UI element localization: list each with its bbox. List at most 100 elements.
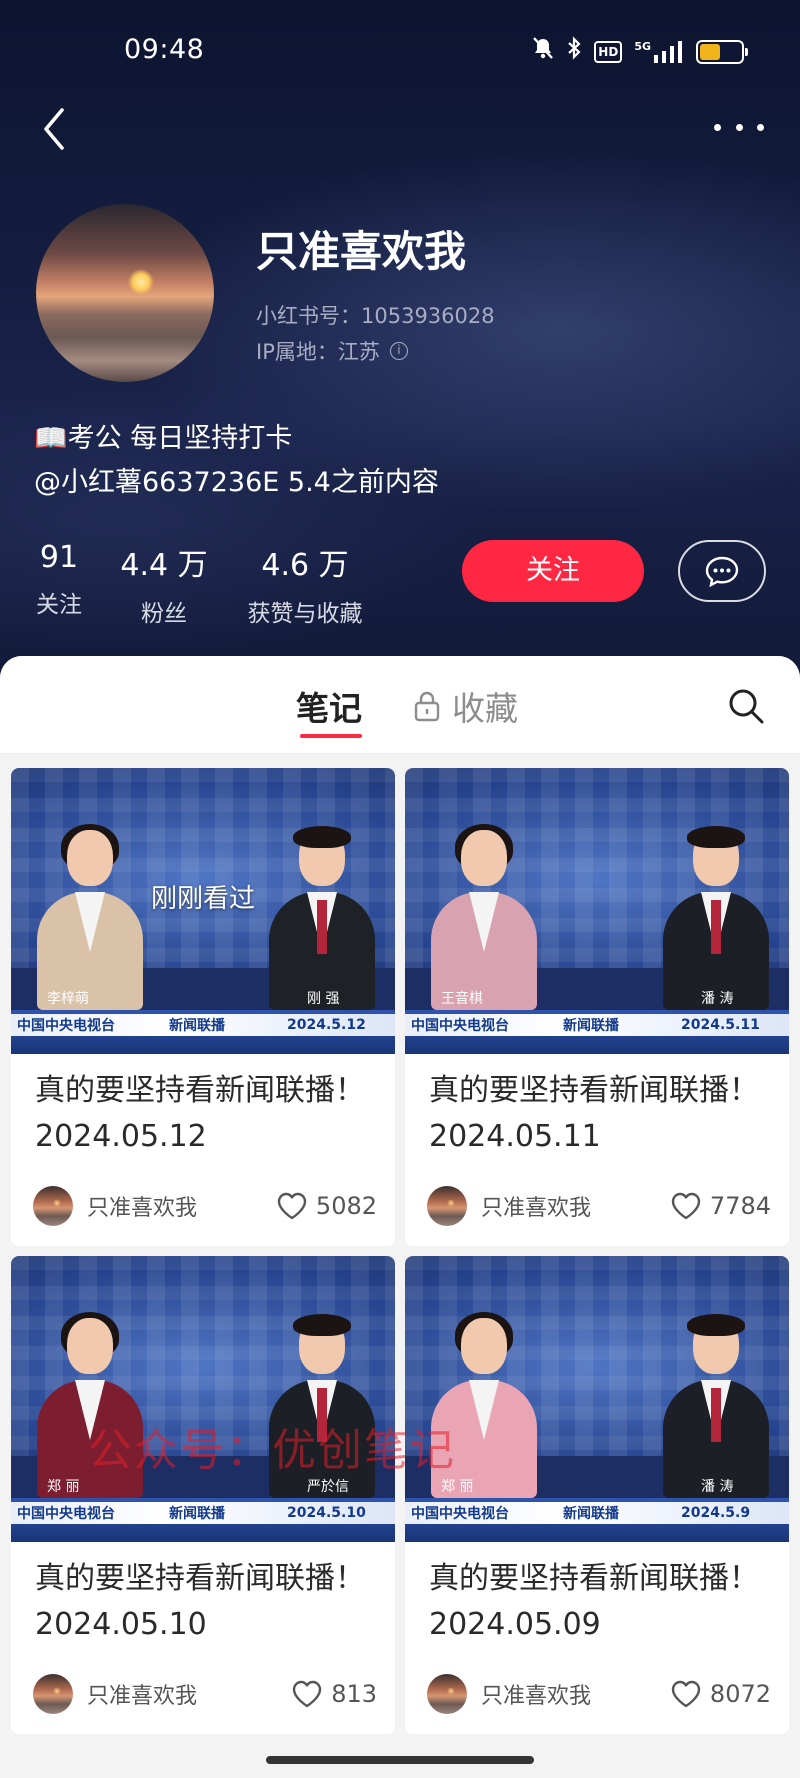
news-anchor-figure	[29, 824, 149, 1010]
info-icon[interactable]: i	[389, 342, 408, 360]
stat-fans[interactable]: 4.4 万 粉丝	[118, 540, 210, 628]
program-name: 新闻联播	[563, 1018, 619, 1034]
author-avatar[interactable]	[427, 1186, 467, 1226]
status-bar: 09:48 HD 5G	[0, 28, 800, 72]
search-icon	[729, 689, 764, 724]
note-title[interactable]: 真的要坚持看新闻联播！2024.05.09	[429, 1556, 769, 1648]
note-card[interactable]: 王音棋 潘 涛 中国中央电视台 新闻联播 2024.5.11 真的要坚持看新闻联…	[405, 768, 789, 1246]
stat-value: 91	[39, 540, 79, 575]
network-label: 5G	[634, 39, 651, 53]
news-ticker: 郑 丽 严於信 中国中央电视台 新闻联播 2024.5.10	[11, 1479, 395, 1542]
tab-notes[interactable]: 笔记	[296, 682, 362, 730]
note-footer: 只准喜欢我 813	[33, 1674, 377, 1714]
news-ticker: 郑 丽 潘 涛 中国中央电视台 新闻联播 2024.5.9	[405, 1479, 789, 1542]
chat-bubble-icon	[705, 556, 739, 587]
bio-line-1: 📖考公 每日坚持打卡	[34, 423, 293, 454]
back-button[interactable]	[36, 104, 72, 154]
profile-avatar[interactable]	[36, 204, 214, 382]
note-thumbnail[interactable]: 李梓萌 刚 强 中国中央电视台 新闻联播 2024.5.12 刚刚看过	[11, 768, 395, 1054]
like-button[interactable]: 7784	[670, 1191, 771, 1221]
note-footer: 只准喜欢我 8072	[427, 1674, 771, 1714]
author-name[interactable]: 只准喜欢我	[481, 1190, 670, 1222]
like-count: 7784	[709, 1192, 771, 1220]
tab-favorites-label: 收藏	[452, 689, 518, 728]
note-title[interactable]: 真的要坚持看新闻联播！2024.05.12	[35, 1068, 375, 1160]
note-thumbnail[interactable]: 王音棋 潘 涛 中国中央电视台 新闻联播 2024.5.11	[405, 768, 789, 1054]
like-button[interactable]: 5082	[276, 1191, 377, 1221]
anchor-left-name: 郑 丽	[441, 1479, 474, 1495]
stat-label: 粉丝	[141, 601, 187, 627]
author-avatar[interactable]	[33, 1674, 73, 1714]
like-count: 8072	[709, 1680, 771, 1708]
note-title[interactable]: 真的要坚持看新闻联播！2024.05.10	[35, 1556, 375, 1648]
status-icons: HD 5G	[532, 36, 748, 67]
anchor-right-name: 潘 涛	[701, 991, 734, 1007]
note-thumbnail[interactable]: 郑 丽 潘 涛 中国中央电视台 新闻联播 2024.5.9	[405, 1256, 789, 1542]
author-name[interactable]: 只准喜欢我	[481, 1678, 670, 1710]
battery-icon	[696, 39, 748, 64]
author-avatar[interactable]	[33, 1186, 73, 1226]
broadcast-date: 2024.5.10	[287, 1505, 366, 1521]
stat-value: 4.6 万	[261, 548, 349, 583]
search-button[interactable]	[726, 686, 766, 726]
author-name[interactable]: 只准喜欢我	[87, 1190, 276, 1222]
mute-bell-icon	[532, 36, 554, 67]
stat-label: 获赞与收藏	[247, 601, 363, 627]
note-card[interactable]: 李梓萌 刚 强 中国中央电视台 新闻联播 2024.5.12 刚刚看过 真的要坚…	[11, 768, 395, 1246]
recently-viewed-label: 刚刚看过	[150, 884, 255, 914]
channel-name: 中国中央电视台	[17, 1506, 115, 1522]
note-card[interactable]: 郑 丽 严於信 中国中央电视台 新闻联播 2024.5.10 真的要坚持看新闻联…	[11, 1256, 395, 1734]
more-options-button[interactable]	[714, 112, 764, 142]
stat-following[interactable]: 91 关注	[34, 540, 84, 619]
profile-header: 09:48 HD 5G 只准喜欢我 小红书号：1053936028 IP属地：江…	[0, 0, 800, 700]
profile-ip: IP属地：江苏 i	[256, 336, 408, 366]
ip-location: IP属地：江苏	[256, 340, 380, 364]
heart-icon	[292, 1680, 322, 1708]
lock-icon	[414, 691, 440, 722]
news-ticker: 王音棋 潘 涛 中国中央电视台 新闻联播 2024.5.11	[405, 991, 789, 1054]
battery-level	[700, 43, 720, 60]
stat-label: 关注	[36, 592, 82, 618]
bluetooth-icon	[566, 36, 582, 67]
note-thumbnail[interactable]: 郑 丽 严於信 中国中央电视台 新闻联播 2024.5.10	[11, 1256, 395, 1542]
home-indicator[interactable]	[266, 1756, 534, 1764]
like-button[interactable]: 8072	[670, 1679, 771, 1709]
chevron-left-icon	[44, 108, 64, 150]
anchor-left-name: 李梓萌	[47, 991, 89, 1007]
tab-favorites[interactable]: 收藏	[414, 682, 518, 730]
author-avatar[interactable]	[427, 1674, 467, 1714]
follow-button[interactable]: 关注	[462, 540, 644, 602]
like-count: 813	[331, 1680, 377, 1708]
heart-icon	[671, 1680, 701, 1708]
watermark-text: 公众号：优创笔记	[88, 1425, 456, 1476]
news-anchor-figure	[655, 1314, 775, 1498]
like-button[interactable]: 813	[291, 1679, 377, 1709]
message-button[interactable]	[678, 540, 766, 602]
anchor-left-name: 王音棋	[441, 991, 483, 1007]
stat-likes-favorites[interactable]: 4.6 万 获赞与收藏	[240, 540, 370, 628]
broadcast-date: 2024.5.12	[287, 1017, 366, 1033]
active-tab-indicator	[300, 734, 362, 738]
heart-icon	[277, 1192, 307, 1220]
profile-id: 小红书号：1053936028	[256, 304, 495, 328]
program-name: 新闻联播	[169, 1018, 225, 1034]
broadcast-date: 2024.5.9	[681, 1505, 751, 1521]
stat-value: 4.4 万	[120, 548, 208, 583]
status-time: 09:48	[124, 34, 205, 65]
program-name: 新闻联播	[169, 1506, 225, 1522]
like-count: 5082	[315, 1192, 377, 1220]
dot-icon	[714, 123, 721, 131]
channel-name: 中国中央电视台	[17, 1018, 115, 1034]
news-anchor-figure	[423, 824, 543, 1010]
broadcast-date: 2024.5.11	[681, 1017, 760, 1033]
channel-name: 中国中央电视台	[411, 1018, 509, 1034]
dot-icon	[757, 123, 764, 131]
note-footer: 只准喜欢我 7784	[427, 1186, 771, 1226]
hd-icon: HD	[594, 40, 623, 63]
bio-line-2: @小红薯6637236E 5.4之前内容	[34, 467, 439, 498]
anchor-right-name: 严於信	[307, 1479, 349, 1495]
author-name[interactable]: 只准喜欢我	[87, 1678, 291, 1710]
news-anchor-figure	[261, 826, 381, 1010]
note-title[interactable]: 真的要坚持看新闻联播！2024.05.11	[429, 1068, 769, 1160]
note-card[interactable]: 郑 丽 潘 涛 中国中央电视台 新闻联播 2024.5.9 真的要坚持看新闻联播…	[405, 1256, 789, 1734]
